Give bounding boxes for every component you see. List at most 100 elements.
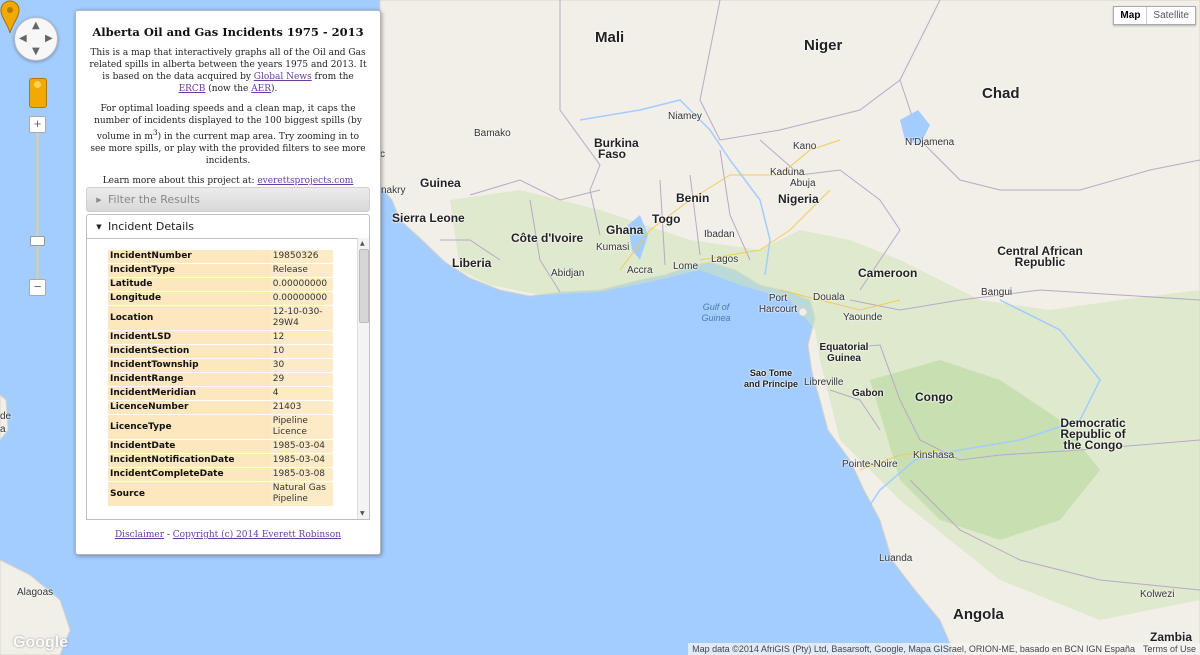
city-bangui: Bangui bbox=[981, 287, 1013, 298]
detail-key: Latitude bbox=[108, 278, 271, 291]
label-liberia: Liberia bbox=[452, 256, 492, 270]
label-togo: Togo bbox=[652, 212, 681, 226]
detail-key: Location bbox=[108, 306, 271, 330]
attribution-text: Map data ©2014 AfriGIS (Pty) Ltd, Basars… bbox=[692, 644, 1135, 654]
google-logo: Google bbox=[13, 634, 69, 651]
city-kinshasa: Kinshasa bbox=[913, 450, 955, 461]
pan-control[interactable]: ▲ ▼ ◀ ▶ bbox=[14, 17, 58, 61]
label-burkina-faso: Burkina Faso bbox=[594, 136, 639, 161]
city-conakry-partial: nakry bbox=[381, 185, 406, 196]
detail-key: IncidentNotificationDate bbox=[108, 454, 271, 467]
label-ghana: Ghana bbox=[606, 223, 644, 237]
city-douala: Douala bbox=[813, 292, 845, 303]
table-row: LicenceType Pipeline Licence bbox=[108, 415, 333, 439]
label-guinea: Guinea bbox=[420, 176, 461, 190]
detail-key: IncidentCompleteDate bbox=[108, 468, 271, 481]
detail-key: IncidentDate bbox=[108, 440, 271, 453]
street-view-pegman-icon[interactable] bbox=[29, 78, 47, 108]
incident-details-body[interactable]: IncidentNumber 19850326 IncidentType Releas… bbox=[86, 238, 370, 520]
city-abidjan: Abidjan bbox=[551, 268, 585, 279]
page-title: Alberta Oil and Gas Incidents 1975 - 201… bbox=[92, 25, 364, 39]
table-row: IncidentLSD 12 bbox=[108, 331, 333, 344]
detail-key: IncidentLSD bbox=[108, 331, 271, 344]
scroll-down-icon[interactable]: ▼ bbox=[360, 510, 365, 517]
detail-value: 19850326 bbox=[270, 250, 333, 263]
disclaimer-link[interactable]: Disclaimer bbox=[115, 530, 164, 540]
ercb-link[interactable]: ERCB bbox=[179, 84, 206, 94]
label-equatorial-guinea: Equatorial Guinea bbox=[819, 342, 869, 364]
pan-up-icon[interactable]: ▲ bbox=[32, 21, 40, 31]
city-accra: Accra bbox=[627, 265, 653, 276]
map-type-map-button[interactable]: Map bbox=[1114, 7, 1148, 24]
caret-down-icon: ▼ bbox=[96, 222, 102, 231]
zoom-out-button[interactable]: − bbox=[29, 279, 46, 296]
zoom-slider-track[interactable] bbox=[36, 130, 39, 282]
label-benin: Benin bbox=[676, 191, 710, 205]
detail-value: 1985-03-04 bbox=[270, 454, 333, 467]
intro-paragraph-3: Learn more about this project at: everet… bbox=[88, 175, 368, 187]
intro-paragraph-2: For optimal loading speeds and a clean m… bbox=[88, 103, 368, 167]
detail-key: Source bbox=[108, 482, 271, 506]
table-row: Latitude 0.00000000 bbox=[108, 278, 333, 291]
city-lagos: Lagos bbox=[711, 254, 739, 265]
label-sierra-leone: Sierra Leone bbox=[392, 211, 465, 225]
zoom-slider-handle[interactable] bbox=[30, 236, 45, 246]
map-type-control: Map Satellite bbox=[1113, 6, 1196, 25]
detail-value: 29 bbox=[270, 373, 333, 386]
table-row: IncidentNotificationDate 1985-03-04 bbox=[108, 454, 333, 467]
caret-right-icon: ▶ bbox=[96, 195, 102, 204]
intro-text: ). bbox=[271, 84, 278, 94]
scrollbar[interactable]: ▲ ▼ bbox=[357, 238, 369, 519]
filter-results-header[interactable]: ▶ Filter the Results bbox=[86, 187, 370, 212]
table-row: IncidentTownship 30 bbox=[108, 359, 333, 372]
detail-value: 1985-03-04 bbox=[270, 440, 333, 453]
label-chad: Chad bbox=[982, 85, 1020, 102]
project-link[interactable]: everettsprojects.com bbox=[257, 176, 353, 186]
detail-key: IncidentType bbox=[108, 264, 271, 277]
city-port-harcourt: Port Harcourt bbox=[758, 293, 798, 315]
city-abuja: Abuja bbox=[790, 178, 816, 189]
detail-key: IncidentTownship bbox=[108, 359, 271, 372]
label-gabon: Gabon bbox=[852, 388, 884, 399]
scroll-up-icon[interactable]: ▲ bbox=[360, 240, 365, 247]
table-row: Longitude 0.00000000 bbox=[108, 292, 333, 305]
label-edge-a: a bbox=[0, 424, 6, 435]
detail-key: LicenceType bbox=[108, 415, 271, 439]
incident-details-header[interactable]: ▼ Incident Details bbox=[86, 214, 370, 239]
pan-down-icon[interactable]: ▼ bbox=[32, 47, 40, 57]
label-central-african-republic: Central African Republic bbox=[997, 244, 1083, 269]
island bbox=[798, 307, 808, 317]
intro-text: Learn more about this project at: bbox=[102, 176, 258, 186]
city-ndjamena: N'Djamena bbox=[905, 137, 955, 148]
city-libreville: Libreville bbox=[804, 377, 844, 388]
city-pointe-noire: Pointe-Noire bbox=[842, 459, 898, 470]
city-lome: Lome bbox=[673, 261, 699, 272]
pan-left-icon[interactable]: ◀ bbox=[19, 34, 27, 44]
detail-key: IncidentNumber bbox=[108, 250, 271, 263]
detail-value: 21403 bbox=[270, 401, 333, 414]
zoom-in-button[interactable]: + bbox=[29, 116, 46, 133]
detail-key: Longitude bbox=[108, 292, 271, 305]
table-row: IncidentCompleteDate 1985-03-08 bbox=[108, 468, 333, 481]
global-news-link[interactable]: Global News bbox=[254, 72, 312, 82]
detail-value: 30 bbox=[270, 359, 333, 372]
label-mali: Mali bbox=[595, 29, 625, 46]
label-nigeria: Nigeria bbox=[778, 192, 819, 206]
terms-of-use-link[interactable]: Terms of Use bbox=[1143, 644, 1196, 654]
copyright-link[interactable]: Copyright (c) 2014 Everett Robinson bbox=[173, 530, 341, 540]
scrollbar-thumb[interactable] bbox=[359, 249, 369, 323]
aer-link[interactable]: AER bbox=[251, 84, 271, 94]
detail-value: 12 bbox=[270, 331, 333, 344]
pan-right-icon[interactable]: ▶ bbox=[45, 34, 53, 44]
table-row: Location 12-10-030-29W4 bbox=[108, 306, 333, 330]
label-niger: Niger bbox=[804, 37, 843, 54]
panel-footer: Disclaimer - Copyright (c) 2014 Everett … bbox=[76, 530, 380, 540]
table-row: IncidentSection 10 bbox=[108, 345, 333, 358]
detail-value: 12-10-030-29W4 bbox=[270, 306, 333, 330]
label-cameroon: Cameroon bbox=[858, 266, 918, 280]
map-type-satellite-button[interactable]: Satellite bbox=[1147, 7, 1195, 24]
detail-key: LicenceNumber bbox=[108, 401, 271, 414]
city-kano: Kano bbox=[793, 141, 817, 152]
detail-value: 1985-03-08 bbox=[270, 468, 333, 481]
detail-value: 4 bbox=[270, 387, 333, 400]
